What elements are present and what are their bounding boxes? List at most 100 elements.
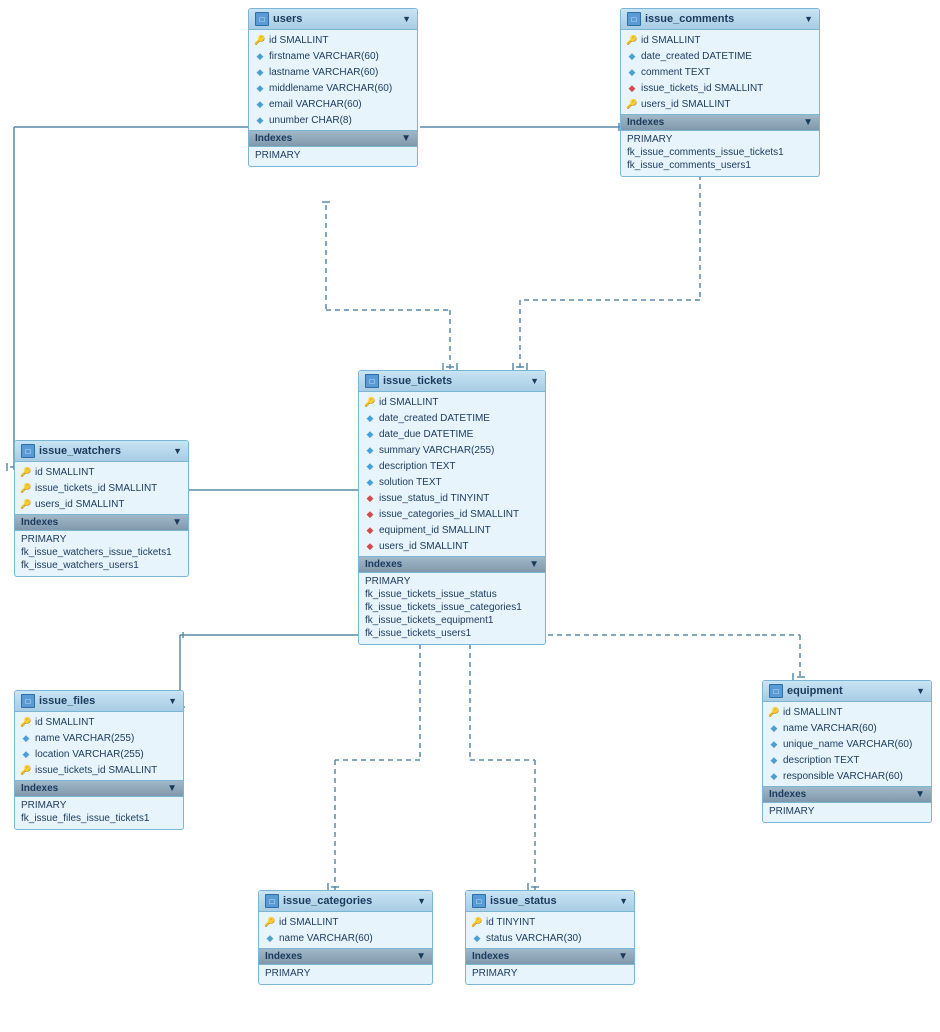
field-row: ◆ issue_categories_id SMALLINT	[359, 506, 545, 522]
index-row: fk_issue_watchers_issue_tickets1	[21, 546, 182, 559]
table-icon: □	[472, 894, 486, 908]
table-users-icon: □	[255, 12, 269, 26]
index-row: PRIMARY	[21, 799, 177, 812]
field-row: ◆ unique_name VARCHAR(60)	[763, 736, 931, 752]
table-equipment-title: equipment	[787, 685, 912, 697]
table-users-header: □ users ▼	[249, 9, 417, 30]
table-icon: □	[769, 684, 783, 698]
field-row: ◆ lastname VARCHAR(60)	[249, 64, 417, 80]
diamond-blue-icon: ◆	[769, 755, 779, 765]
field-row: 🔑 id SMALLINT	[621, 32, 819, 48]
table-issue-status-fields: 🔑 id TINYINT ◆ status VARCHAR(30)	[466, 912, 634, 948]
table-equipment[interactable]: □ equipment ▼ 🔑 id SMALLINT ◆ name VARCH…	[762, 680, 932, 823]
dropdown-icon[interactable]: ▼	[168, 696, 177, 706]
index-row: fk_issue_tickets_equipment1	[365, 614, 539, 627]
field-row: ◆ location VARCHAR(255)	[15, 746, 183, 762]
dropdown-icon[interactable]: ▼	[530, 376, 539, 386]
field-row: 🔑 users_id SMALLINT	[621, 96, 819, 112]
field-row: ◆ status VARCHAR(30)	[466, 930, 634, 946]
table-issue-categories-indexes-header: Indexes ▼	[259, 948, 432, 965]
field-row: 🔑 id TINYINT	[466, 914, 634, 930]
index-row: PRIMARY	[255, 149, 411, 162]
diamond-blue-icon: ◆	[365, 461, 375, 471]
table-issue-categories-header: □ issue_categories ▼	[259, 891, 432, 912]
table-issue-categories[interactable]: □ issue_categories ▼ 🔑 id SMALLINT ◆ nam…	[258, 890, 433, 985]
index-row: PRIMARY	[265, 967, 426, 980]
table-issue-status[interactable]: □ issue_status ▼ 🔑 id TINYINT ◆ status V…	[465, 890, 635, 985]
field-row: 🔑 issue_tickets_id SMALLINT	[15, 480, 188, 496]
field-row: ◆ solution TEXT	[359, 474, 545, 490]
table-issue-tickets-fields: 🔑 id SMALLINT ◆ date_created DATETIME ◆ …	[359, 392, 545, 556]
dropdown-icon[interactable]: ▼	[916, 686, 925, 696]
field-row: 🔑 id SMALLINT	[15, 714, 183, 730]
table-issue-watchers-title: issue_watchers	[39, 445, 169, 457]
field-row: 🔑 id SMALLINT	[15, 464, 188, 480]
table-issue-files-indexes-header: Indexes ▼	[15, 780, 183, 797]
table-users-indexes: PRIMARY	[249, 147, 417, 166]
key-icon: 🔑	[627, 99, 637, 109]
dropdown-icon[interactable]: ▼	[417, 896, 426, 906]
field-row: ◆ comment TEXT	[621, 64, 819, 80]
table-issue-watchers-indexes-header: Indexes ▼	[15, 514, 188, 531]
field-row: 🔑 id SMALLINT	[359, 394, 545, 410]
key-icon: 🔑	[21, 483, 31, 493]
diamond-blue-icon: ◆	[255, 67, 265, 77]
field-row: 🔑 issue_tickets_id SMALLINT	[15, 762, 183, 778]
table-issue-files[interactable]: □ issue_files ▼ 🔑 id SMALLINT ◆ name VAR…	[14, 690, 184, 830]
diamond-blue-icon: ◆	[255, 83, 265, 93]
field-row: 🔑 users_id SMALLINT	[15, 496, 188, 512]
diamond-blue-icon: ◆	[769, 771, 779, 781]
table-issue-status-indexes: PRIMARY	[466, 965, 634, 984]
dropdown-icon[interactable]: ▼	[173, 446, 182, 456]
table-equipment-header: □ equipment ▼	[763, 681, 931, 702]
table-issue-comments-indexes: PRIMARY fk_issue_comments_issue_tickets1…	[621, 131, 819, 176]
field-row: ◆ firstname VARCHAR(60)	[249, 48, 417, 64]
key-icon: 🔑	[769, 707, 779, 717]
index-row: fk_issue_comments_issue_tickets1	[627, 146, 813, 159]
table-issue-tickets[interactable]: □ issue_tickets ▼ 🔑 id SMALLINT ◆ date_c…	[358, 370, 546, 645]
table-issue-tickets-title: issue_tickets	[383, 375, 526, 387]
table-equipment-indexes-header: Indexes ▼	[763, 786, 931, 803]
diamond-blue-icon: ◆	[365, 445, 375, 455]
diamond-red-icon: ◆	[627, 83, 637, 93]
table-issue-tickets-indexes-header: Indexes ▼	[359, 556, 545, 573]
table-issue-watchers-fields: 🔑 id SMALLINT 🔑 issue_tickets_id SMALLIN…	[15, 462, 188, 514]
table-users-dropdown[interactable]: ▼	[402, 14, 411, 24]
table-issue-comments[interactable]: □ issue_comments ▼ 🔑 id SMALLINT ◆ date_…	[620, 8, 820, 177]
index-row: PRIMARY	[365, 575, 539, 588]
table-issue-categories-title: issue_categories	[283, 895, 413, 907]
diamond-blue-icon: ◆	[265, 933, 275, 943]
key-icon: 🔑	[21, 499, 31, 509]
table-users[interactable]: □ users ▼ 🔑 id SMALLINT ◆ firstname VARC…	[248, 8, 418, 167]
index-row: PRIMARY	[769, 805, 925, 818]
field-row: 🔑 id SMALLINT	[249, 32, 417, 48]
db-diagram: □ users ▼ 🔑 id SMALLINT ◆ firstname VARC…	[0, 0, 940, 1032]
diamond-red-icon: ◆	[365, 493, 375, 503]
table-issue-comments-title: issue_comments	[645, 13, 800, 25]
table-users-fields: 🔑 id SMALLINT ◆ firstname VARCHAR(60) ◆ …	[249, 30, 417, 130]
diamond-blue-icon: ◆	[627, 67, 637, 77]
field-row: ◆ responsible VARCHAR(60)	[763, 768, 931, 784]
field-row: ◆ middlename VARCHAR(60)	[249, 80, 417, 96]
table-issue-files-title: issue_files	[39, 695, 164, 707]
field-row: ◆ equipment_id SMALLINT	[359, 522, 545, 538]
field-row: ◆ date_due DATETIME	[359, 426, 545, 442]
dropdown-icon[interactable]: ▼	[804, 14, 813, 24]
field-row: ◆ description TEXT	[763, 752, 931, 768]
diamond-blue-icon: ◆	[769, 723, 779, 733]
field-row: ◆ unumber CHAR(8)	[249, 112, 417, 128]
table-issue-files-header: □ issue_files ▼	[15, 691, 183, 712]
table-issue-categories-indexes: PRIMARY	[259, 965, 432, 984]
dropdown-icon[interactable]: ▼	[619, 896, 628, 906]
table-equipment-indexes: PRIMARY	[763, 803, 931, 822]
field-row: ◆ name VARCHAR(60)	[259, 930, 432, 946]
table-issue-watchers[interactable]: □ issue_watchers ▼ 🔑 id SMALLINT 🔑 issue…	[14, 440, 189, 577]
table-users-indexes-header: Indexes ▼	[249, 130, 417, 147]
table-issue-comments-indexes-header: Indexes ▼	[621, 114, 819, 131]
field-row: ◆ description TEXT	[359, 458, 545, 474]
table-issue-comments-header: □ issue_comments ▼	[621, 9, 819, 30]
table-issue-tickets-indexes: PRIMARY fk_issue_tickets_issue_status fk…	[359, 573, 545, 644]
diamond-blue-icon: ◆	[472, 933, 482, 943]
table-issue-watchers-header: □ issue_watchers ▼	[15, 441, 188, 462]
diamond-blue-icon: ◆	[365, 413, 375, 423]
